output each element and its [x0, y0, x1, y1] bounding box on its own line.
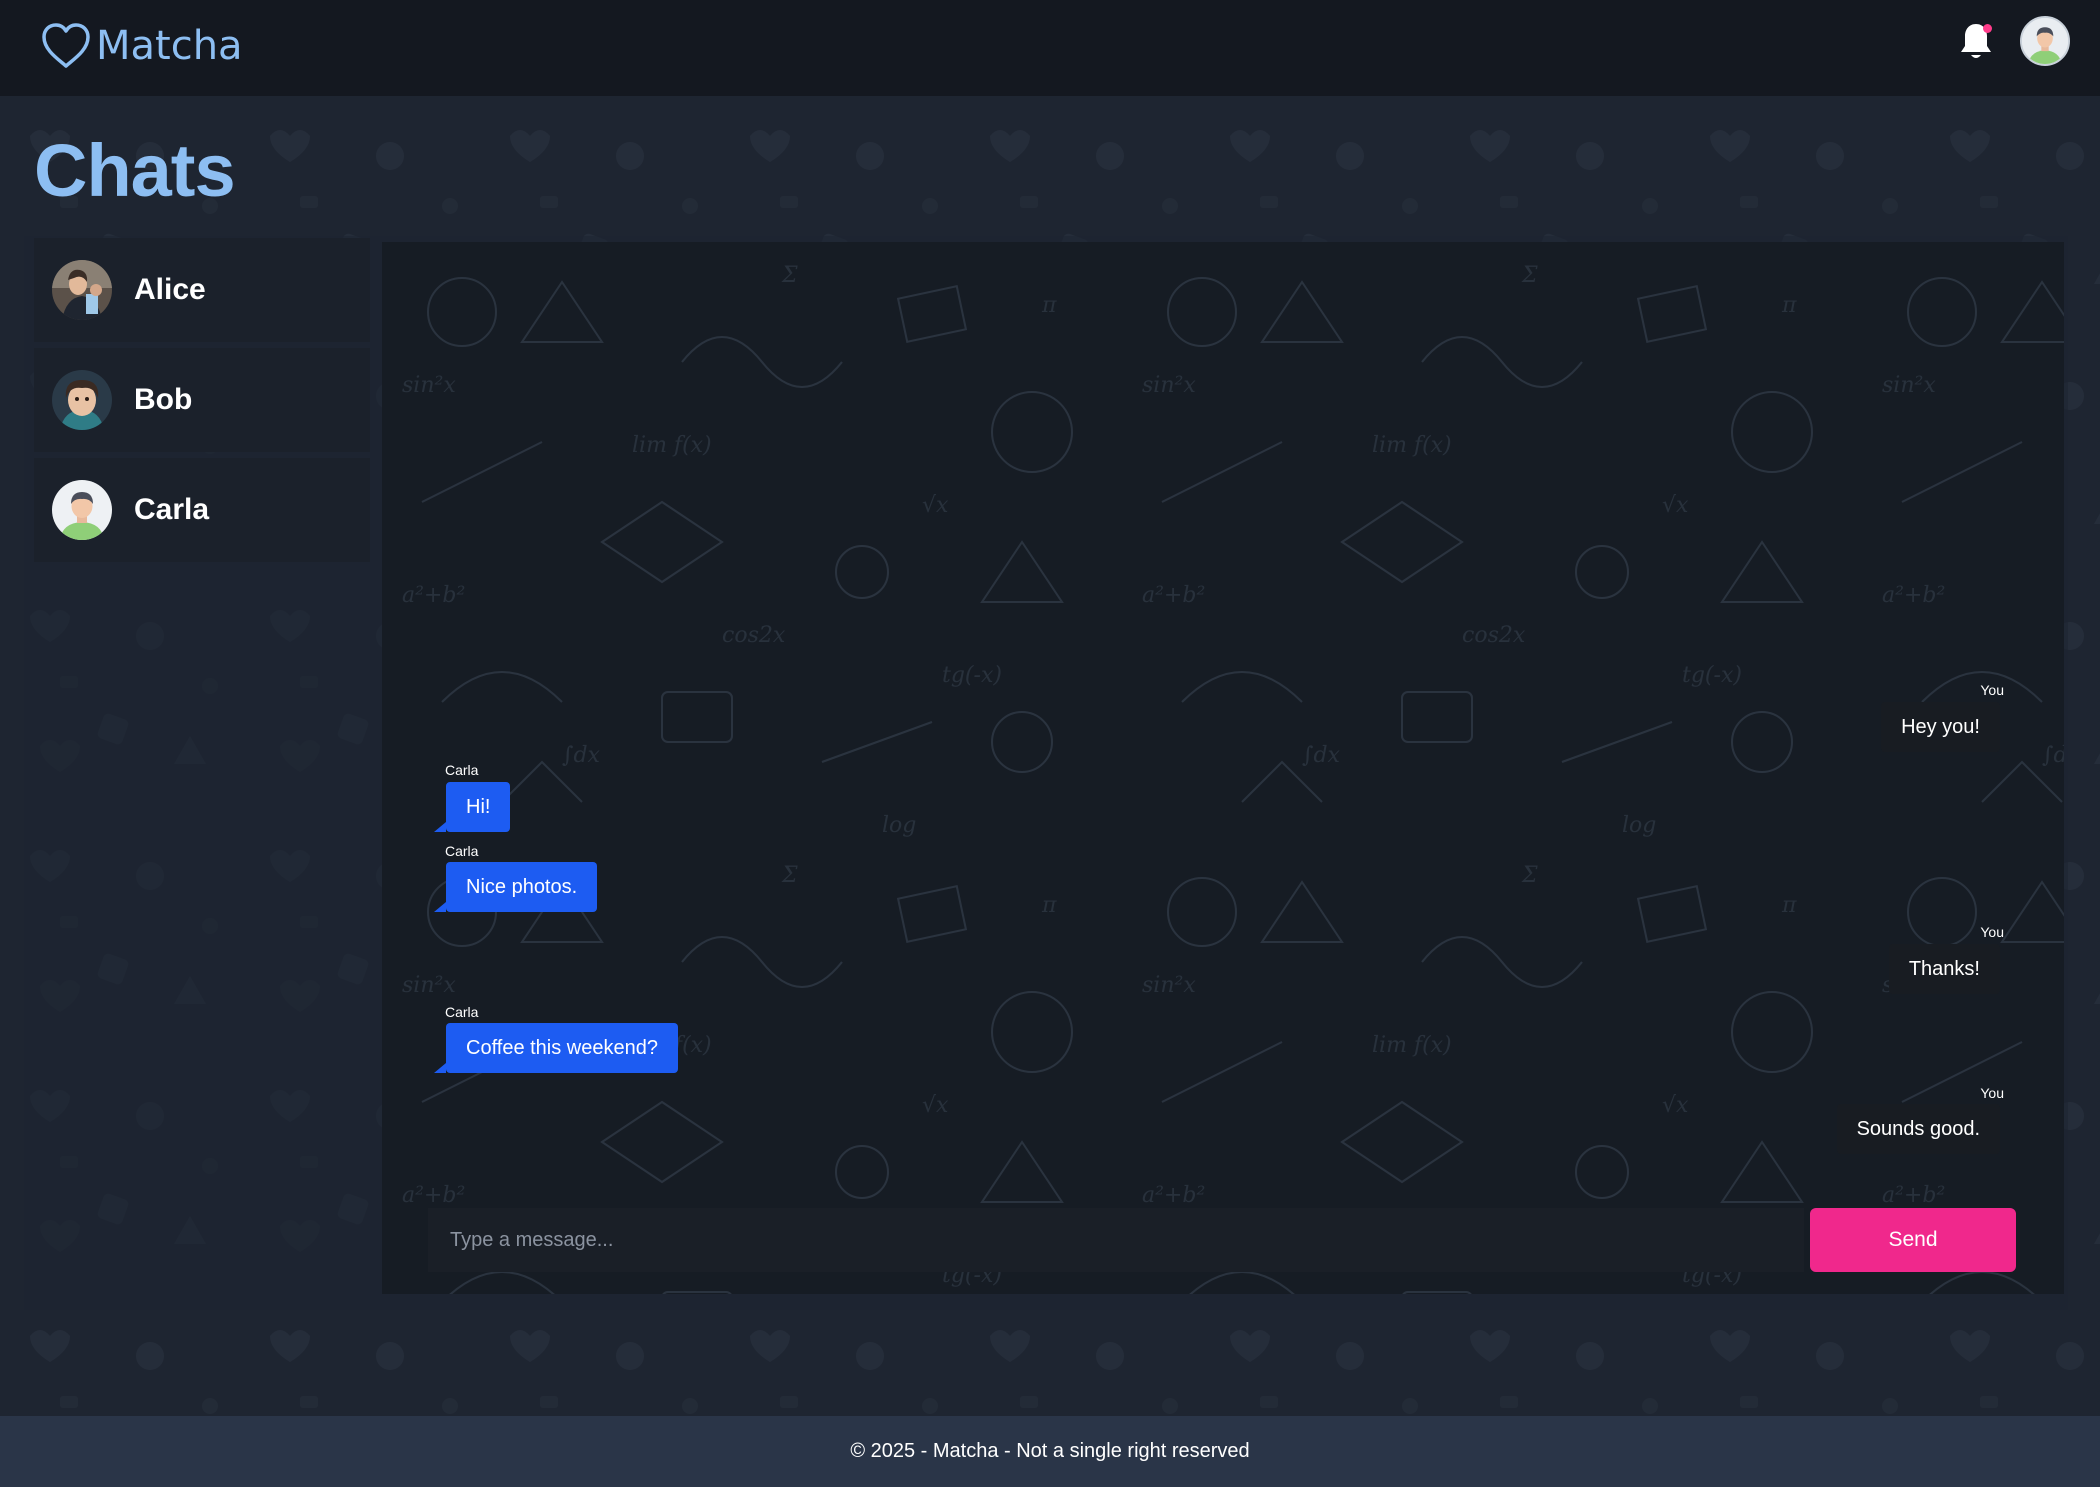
footer: © 2025 - Matcha - Not a single right res…	[0, 1416, 2100, 1487]
message-bubble-incoming: Coffee this weekend?	[434, 1023, 678, 1073]
footer-text: © 2025 - Matcha - Not a single right res…	[850, 1440, 1250, 1462]
avatar-carla	[52, 480, 112, 540]
message-bubble-outgoing: Thanks!	[1888, 944, 2000, 994]
send-button[interactable]: Send	[1810, 1208, 2016, 1272]
chat-name: Carla	[134, 493, 210, 526]
message-sender: You	[1980, 682, 2004, 698]
page-title: Chats	[34, 129, 236, 212]
avatar-bob	[52, 370, 112, 430]
user-avatar[interactable]	[2020, 16, 2070, 66]
chat-item-bob[interactable]: Bob	[34, 348, 370, 452]
brand-name: Matcha	[96, 23, 243, 69]
message-sender: You	[1980, 924, 2004, 940]
message-input[interactable]	[428, 1208, 1804, 1272]
notification-badge	[1983, 24, 1992, 33]
message-sender: Carla	[445, 843, 479, 859]
avatar-alice	[52, 260, 112, 320]
message-bubble-incoming: Hi!	[433, 782, 511, 832]
message-sender: Carla	[445, 1004, 479, 1020]
chat-item-alice[interactable]: Alice	[34, 238, 370, 342]
message-composer: Send	[428, 1208, 2016, 1272]
message-sender: You	[1980, 1085, 2004, 1101]
brand-logo[interactable]: Matcha	[40, 16, 243, 76]
message-bubble-incoming: Nice photos.	[433, 862, 598, 912]
chat-list: Alice Bob Carla	[34, 238, 370, 568]
chat-name: Bob	[134, 383, 193, 416]
message-bubble-outgoing: Hey you!	[1881, 702, 2000, 752]
navbar: Matcha	[0, 0, 2100, 96]
message-sender: Carla	[445, 762, 479, 778]
heart-outline-icon	[42, 23, 90, 68]
chat-name: Alice	[134, 273, 206, 306]
chat-window: sin²x Σ lim f(x) √x a²+b² cos2x tg(-x) ∫…	[382, 242, 2064, 1294]
message-bubble-outgoing: Sounds good.	[1836, 1104, 2000, 1154]
chalkboard-background: sin²x Σ lim f(x) √x a²+b² cos2x tg(-x) ∫…	[382, 242, 2064, 1294]
chat-item-carla[interactable]: Carla	[34, 458, 370, 562]
